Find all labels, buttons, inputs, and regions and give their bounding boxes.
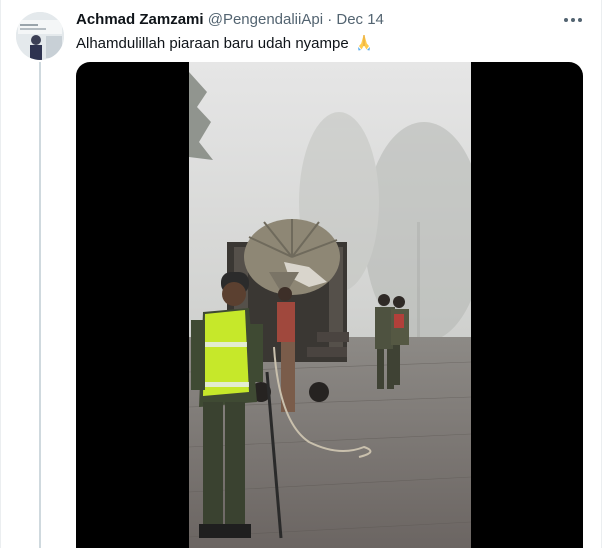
tweet-card[interactable]: Achmad Zamzami @PengendaliiApi · Dec 14 … xyxy=(0,0,602,548)
author-handle[interactable]: @PengendaliiApi xyxy=(208,11,323,28)
video-scene xyxy=(189,62,471,548)
avatar[interactable] xyxy=(16,12,64,60)
tweet-date[interactable]: Dec 14 xyxy=(336,11,384,28)
separator-dot: · xyxy=(327,11,333,28)
folded-hands-icon xyxy=(357,35,370,51)
tweet-text: Alhamdulillah piaraan baru udah nyampe xyxy=(76,33,373,54)
avatar-image xyxy=(16,12,64,60)
tweet-video[interactable] xyxy=(76,62,583,548)
more-options-icon[interactable] xyxy=(564,14,584,26)
thread-line xyxy=(39,62,41,548)
tweet-text-body: Alhamdulillah piaraan baru udah nyampe xyxy=(76,35,349,52)
video-frame[interactable] xyxy=(189,62,471,548)
author-name[interactable]: Achmad Zamzami xyxy=(76,11,204,28)
tweet-header: Achmad Zamzami @PengendaliiApi · Dec 14 xyxy=(76,10,384,30)
